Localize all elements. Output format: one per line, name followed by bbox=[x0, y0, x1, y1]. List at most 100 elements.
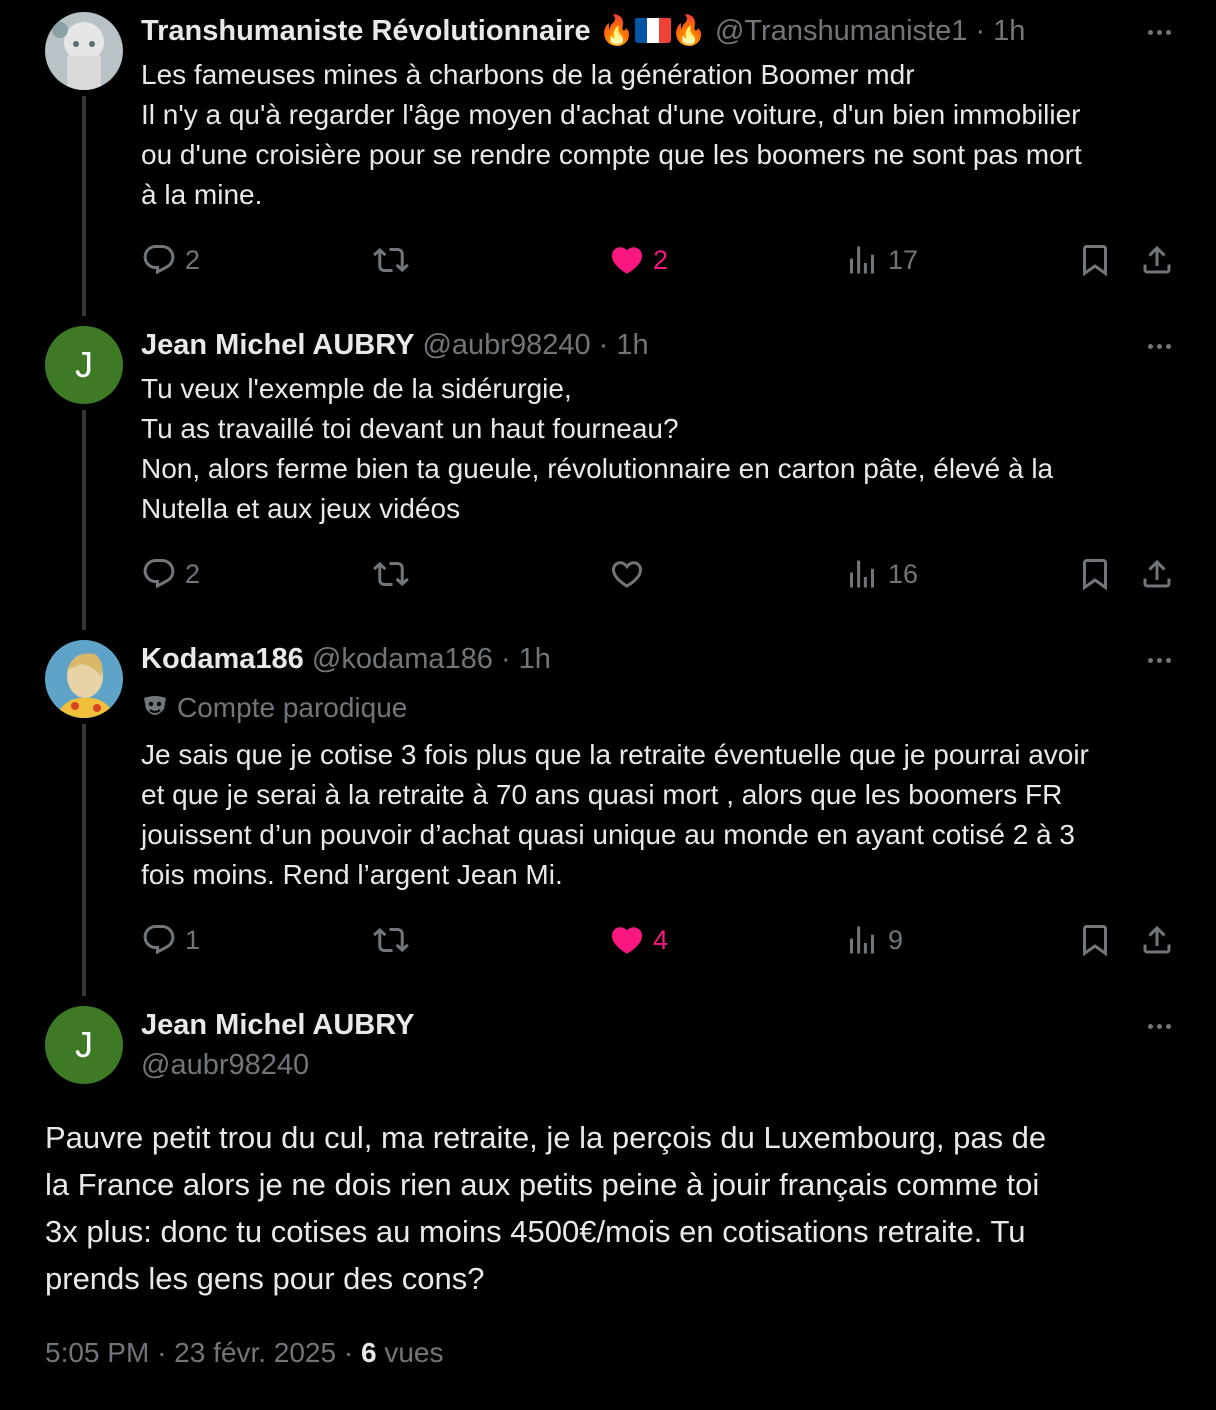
avatar-letter: J bbox=[75, 1024, 93, 1065]
avatar-letter: J bbox=[75, 344, 93, 385]
more-icon[interactable] bbox=[1139, 1014, 1179, 1038]
like-count: 2 bbox=[653, 244, 669, 275]
reply-icon bbox=[141, 242, 177, 278]
more-icon[interactable] bbox=[1139, 334, 1179, 358]
views-label: vues bbox=[384, 1337, 444, 1368]
views-icon bbox=[844, 556, 880, 592]
text-line: la France alors je ne dois rien aux peti… bbox=[45, 1167, 1040, 1202]
bookmark-button[interactable] bbox=[1077, 240, 1113, 280]
views-count: 6 bbox=[360, 1337, 377, 1368]
tweet[interactable]: J Jean Michel AUBRY @aubr98240 · 1h Tu v… bbox=[0, 320, 1216, 630]
author-handle[interactable]: @aubr98240 bbox=[141, 1049, 309, 1081]
text-line: ou d'une croisière pour se rendre compte… bbox=[141, 139, 1082, 170]
post-date[interactable]: 23 févr. 2025 bbox=[174, 1337, 336, 1368]
retweet-button[interactable] bbox=[373, 240, 417, 280]
text-line: Je sais que je cotise 3 fois plus que la… bbox=[141, 739, 1089, 770]
views-count: 17 bbox=[888, 244, 919, 275]
text-line: Pauvre petit trou du cul, ma retraite, j… bbox=[45, 1120, 1047, 1155]
separator-dot: · bbox=[500, 643, 511, 675]
share-button[interactable] bbox=[1139, 920, 1175, 960]
bookmark-button[interactable] bbox=[1077, 554, 1113, 594]
separator-dot: · bbox=[157, 1337, 167, 1368]
like-button[interactable]: 2 bbox=[609, 240, 668, 280]
retweet-button[interactable] bbox=[373, 920, 417, 960]
author-handle[interactable]: @kodama186 bbox=[312, 643, 493, 675]
share-icon bbox=[1139, 556, 1175, 592]
reply-count: 2 bbox=[185, 244, 201, 275]
views-icon bbox=[844, 922, 880, 958]
reply-count: 2 bbox=[185, 558, 201, 589]
author-name[interactable]: Jean Michel AUBRY bbox=[141, 329, 414, 361]
separator-dot: · bbox=[343, 1337, 354, 1368]
text-line: fois moins. Rend l’argent Jean Mi. bbox=[141, 859, 563, 890]
parody-label: Compte parodique bbox=[141, 690, 407, 730]
share-icon bbox=[1139, 922, 1175, 958]
avatar[interactable]: J bbox=[45, 1006, 123, 1084]
avatar[interactable] bbox=[45, 640, 123, 718]
views-count: 16 bbox=[888, 558, 919, 589]
flame-icon: 🔥 bbox=[670, 15, 707, 47]
share-button[interactable] bbox=[1139, 240, 1175, 280]
author-handle[interactable]: @Transhumaniste1 bbox=[715, 15, 967, 47]
timestamp[interactable]: 1h bbox=[616, 329, 648, 361]
views-count: 9 bbox=[888, 924, 904, 955]
like-count: 4 bbox=[653, 924, 669, 955]
tweet-actions: 1 4 9 bbox=[141, 920, 1181, 960]
more-icon[interactable] bbox=[1139, 648, 1179, 672]
retweet-icon bbox=[373, 922, 409, 958]
bookmark-icon bbox=[1077, 556, 1113, 592]
timestamp[interactable]: 1h bbox=[519, 643, 551, 675]
text-line: Il n'y a qu'à regarder l'âge moyen d'ach… bbox=[141, 99, 1081, 130]
retweet-icon bbox=[373, 556, 409, 592]
like-button[interactable]: 4 bbox=[609, 920, 668, 960]
tweet-actions: 2 16 bbox=[141, 554, 1181, 594]
text-line: à la mine. bbox=[141, 179, 263, 210]
reply-icon bbox=[141, 556, 177, 592]
tweet-text: Tu veux l'exemple de la sidérurgie, Tu a… bbox=[141, 369, 1191, 529]
timestamp[interactable]: 1h bbox=[993, 15, 1025, 47]
separator-dot: · bbox=[975, 15, 986, 47]
tweet-text: Je sais que je cotise 3 fois plus que la… bbox=[141, 735, 1191, 895]
views-button[interactable]: 16 bbox=[844, 554, 918, 594]
views-button[interactable]: 9 bbox=[844, 920, 903, 960]
author-name[interactable]: Jean Michel AUBRY bbox=[141, 1009, 414, 1041]
views-button[interactable]: 17 bbox=[844, 240, 918, 280]
france-flag-icon bbox=[634, 17, 671, 43]
reply-button[interactable]: 2 bbox=[141, 240, 200, 280]
reply-button[interactable]: 1 bbox=[141, 920, 200, 960]
more-icon[interactable] bbox=[1139, 20, 1179, 44]
reply-icon bbox=[141, 922, 177, 958]
avatar[interactable] bbox=[45, 12, 123, 90]
avatar[interactable]: J bbox=[45, 326, 123, 404]
post-time[interactable]: 5:05 PM bbox=[45, 1337, 149, 1368]
retweet-button[interactable] bbox=[373, 554, 417, 594]
views-icon bbox=[844, 242, 880, 278]
heart-icon bbox=[609, 242, 645, 278]
tweet[interactable]: Kodama186 @kodama186 · 1h Compte parodiq… bbox=[0, 634, 1216, 1004]
bookmark-icon bbox=[1077, 242, 1113, 278]
parody-text: Compte parodique bbox=[177, 692, 408, 723]
reply-count: 1 bbox=[185, 924, 201, 955]
retweet-icon bbox=[373, 242, 409, 278]
text-line: Tu as travaillé toi devant un haut fourn… bbox=[141, 413, 679, 444]
like-button[interactable] bbox=[609, 554, 653, 594]
separator-dot: · bbox=[598, 329, 609, 361]
bookmark-icon bbox=[1077, 922, 1113, 958]
tweet-actions: 2 2 17 bbox=[141, 240, 1181, 280]
heart-icon bbox=[609, 556, 645, 592]
author-handle[interactable]: @aubr98240 bbox=[422, 329, 590, 361]
text-line: Les fameuses mines à charbons de la géné… bbox=[141, 59, 915, 90]
share-button[interactable] bbox=[1139, 554, 1175, 594]
tweet-text: Les fameuses mines à charbons de la géné… bbox=[141, 55, 1191, 215]
author-name[interactable]: Kodama186 bbox=[141, 643, 304, 675]
bookmark-button[interactable] bbox=[1077, 920, 1113, 960]
tweet[interactable]: Transhumaniste Révolutionnaire 🔥 🔥 @Trans… bbox=[0, 0, 1216, 320]
author-name[interactable]: Transhumaniste Révolutionnaire bbox=[141, 15, 591, 47]
flame-icon: 🔥 bbox=[598, 15, 635, 47]
text-line: 3x plus: donc tu cotises au moins 4500€/… bbox=[45, 1214, 1026, 1249]
text-line: jouissent d’un pouvoir d’achat quasi uni… bbox=[141, 819, 1075, 850]
reply-button[interactable]: 2 bbox=[141, 554, 200, 594]
tweet-text: Pauvre petit trou du cul, ma retraite, j… bbox=[45, 1114, 1185, 1302]
text-line: prends les gens pour des cons? bbox=[45, 1261, 485, 1296]
text-line: et que je serai à la retraite à 70 ans q… bbox=[141, 779, 1063, 810]
